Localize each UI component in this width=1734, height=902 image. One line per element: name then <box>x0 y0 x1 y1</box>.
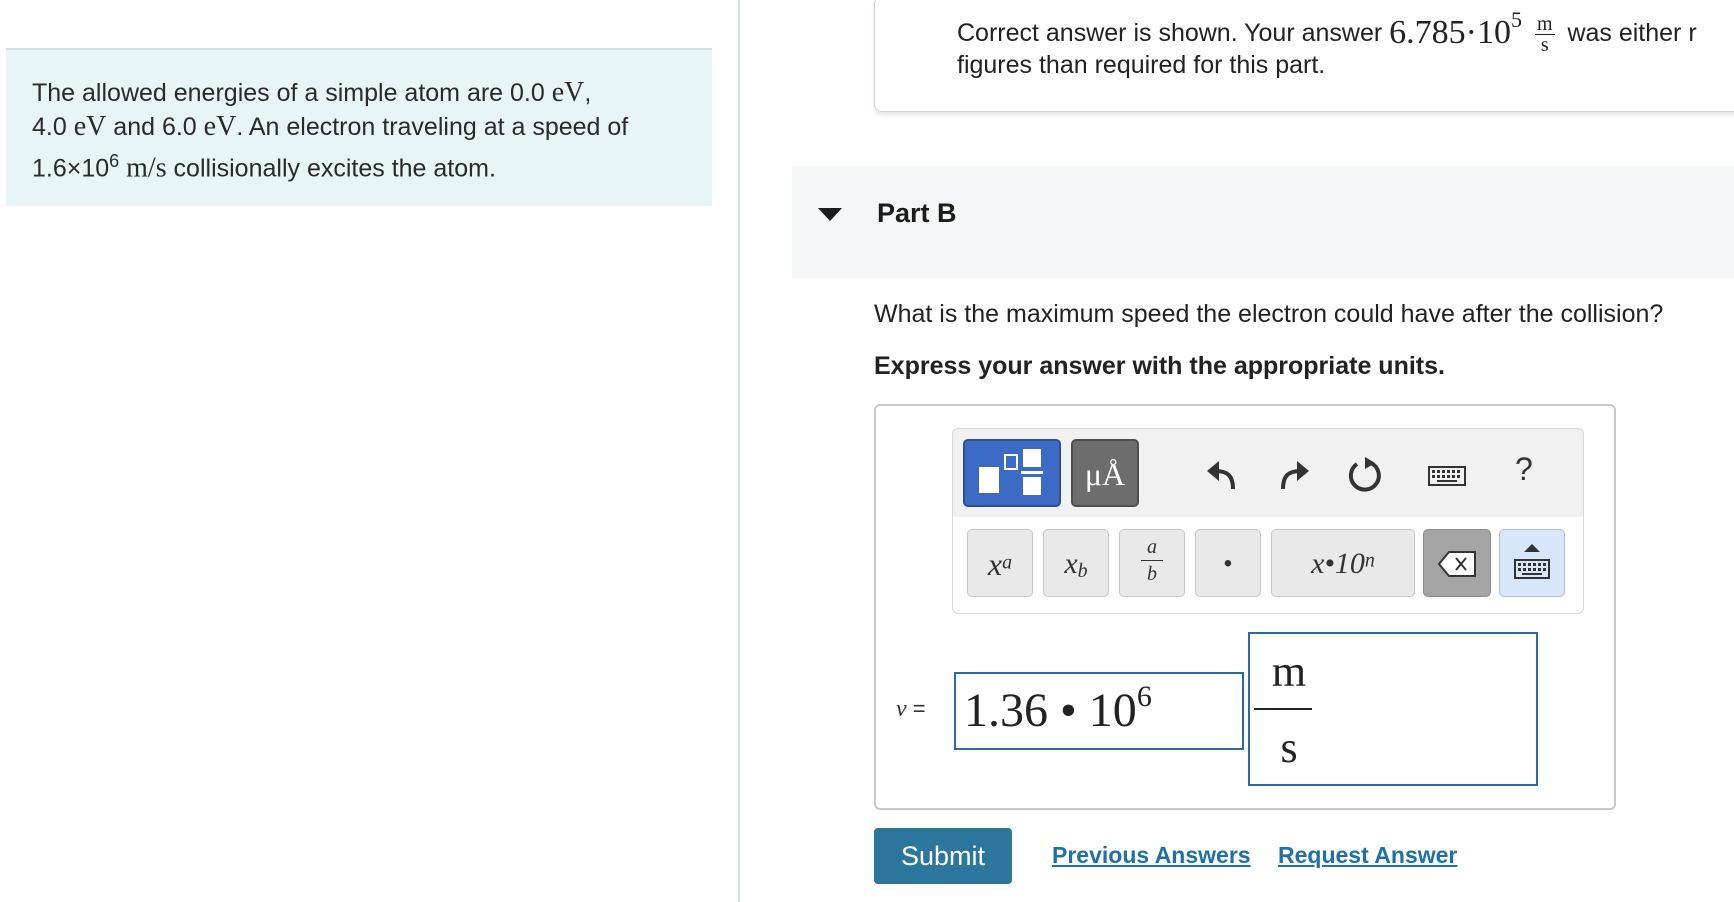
feedback-card: Correct answer is shown. Your answer 6.7… <box>874 0 1734 112</box>
fraction-key[interactable]: a b <box>1119 529 1185 597</box>
answer-value-input[interactable]: 1.36 • 106 <box>954 672 1244 750</box>
key-label-sub: b <box>1077 560 1088 583</box>
key-label-sup: a <box>1002 551 1013 574</box>
answer-exponent: 6 <box>1136 680 1152 713</box>
key-label: x•10 <box>1311 547 1365 580</box>
feedback-unit-numerator: m <box>1534 13 1555 35</box>
problem-statement: The allowed energies of a simple atom ar… <box>6 48 712 206</box>
submit-button[interactable]: Submit <box>874 828 1012 884</box>
reset-icon[interactable] <box>1345 455 1385 495</box>
answer-unit-input[interactable]: m s <box>1248 632 1538 786</box>
problem-text-part: , <box>584 79 592 107</box>
part-title: Part B <box>877 198 957 228</box>
superscript-key[interactable]: xa <box>967 529 1033 597</box>
answer-mantissa: 1.36 • 10 <box>964 684 1137 737</box>
problem-text: The allowed energies of a simple atom ar… <box>32 76 692 185</box>
collapse-triangle-icon[interactable] <box>818 208 842 221</box>
answer-box: μÅ ? xa xb a b • x•10n v = 1.36 • 106 m … <box>874 404 1616 810</box>
unit-ev: eV <box>203 111 237 142</box>
scientific-notation-key[interactable]: x•10n <box>1271 529 1415 597</box>
help-button[interactable]: ? <box>1515 451 1533 488</box>
fraction-bar <box>1141 560 1163 561</box>
speed-exponent: 6 <box>109 151 120 171</box>
part-header[interactable]: Part B <box>792 166 1734 278</box>
templates-icon <box>979 449 1043 495</box>
problem-text-part: . An electron traveling at a speed of <box>236 113 629 141</box>
speed-unit: m/s <box>126 152 167 184</box>
dot-key[interactable]: • <box>1195 529 1261 597</box>
unit-ev: eV <box>73 111 107 142</box>
fraction-denominator: b <box>1147 563 1157 585</box>
backspace-icon <box>1437 551 1476 577</box>
feedback-text: Correct answer is shown. Your answer <box>957 19 1390 47</box>
units-button[interactable]: μÅ <box>1071 439 1139 507</box>
unit-ev: eV <box>551 77 585 108</box>
key-label: • <box>1223 550 1233 577</box>
undo-icon[interactable] <box>1203 455 1243 495</box>
problem-text-part: collisionally excites the atom. <box>166 154 496 183</box>
variable-label: v = <box>896 696 926 723</box>
unit-fraction-bar <box>1254 708 1312 710</box>
panel-divider <box>738 0 740 902</box>
feedback-line-2: figures than required for this part. <box>957 51 1326 79</box>
keyboard-icon[interactable] <box>1427 455 1467 495</box>
fraction-numerator: a <box>1147 536 1157 558</box>
feedback-text-suffix: was either r <box>1560 19 1697 47</box>
feedback-unit-denominator: s <box>1540 34 1549 56</box>
key-label: x <box>987 546 1003 582</box>
instruction-text: Express your answer with the appropriate… <box>874 352 1445 380</box>
feedback-exponent: 5 <box>1510 7 1522 32</box>
previous-answers-link[interactable]: Previous Answers <box>1052 842 1251 869</box>
keyboard-toggle-key[interactable] <box>1499 529 1565 597</box>
feedback-unit-fraction: m s <box>1534 13 1555 56</box>
problem-text-part: 4.0 <box>32 113 74 141</box>
problem-text-part: The allowed energies of a simple atom ar… <box>32 79 552 107</box>
subscript-key[interactable]: xb <box>1043 529 1109 597</box>
speed-value: 1.6×10 <box>32 154 110 183</box>
templates-button[interactable] <box>963 439 1061 507</box>
redo-icon[interactable] <box>1273 455 1313 495</box>
feedback-value: 6.785·10 <box>1389 14 1511 51</box>
key-label-sup: n <box>1364 549 1375 572</box>
answer-value: 1.36 • 106 <box>964 680 1152 738</box>
question-text: What is the maximum speed the electron c… <box>874 300 1664 328</box>
problem-text-part: and 6.0 <box>106 113 204 141</box>
unit-numerator: m <box>1271 647 1307 696</box>
key-label: x <box>1064 547 1078 580</box>
feedback-line-1: Correct answer is shown. Your answer 6.7… <box>957 7 1697 55</box>
request-answer-link[interactable]: Request Answer <box>1278 842 1457 869</box>
keyboard-toggle-icon <box>1514 544 1550 579</box>
math-toolbar: μÅ ? xa xb a b • x•10n <box>952 428 1584 614</box>
backspace-key[interactable] <box>1423 529 1491 597</box>
equals-sign: = <box>906 696 926 721</box>
unit-denominator: s <box>1280 723 1298 772</box>
variable-name: v <box>896 696 907 722</box>
